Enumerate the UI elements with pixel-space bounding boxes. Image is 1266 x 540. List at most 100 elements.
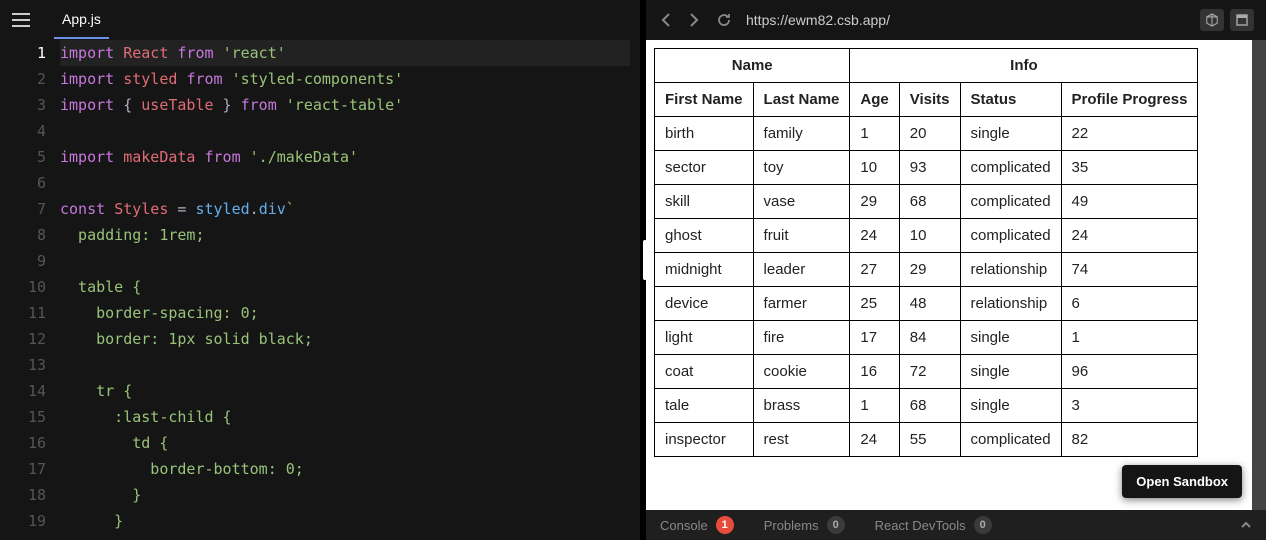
code-line[interactable]: border: 1px solid black;: [60, 326, 630, 352]
code-line[interactable]: border-bottom: 0;: [60, 456, 630, 482]
code-line[interactable]: tr {: [60, 378, 630, 404]
code-line[interactable]: import { useTable } from 'react-table': [60, 92, 630, 118]
table-cell: 68: [899, 185, 960, 219]
open-sandbox-button[interactable]: Open Sandbox: [1122, 465, 1242, 498]
table-cell: relationship: [960, 253, 1061, 287]
code-line[interactable]: import makeData from './makeData': [60, 144, 630, 170]
data-table: NameInfo First NameLast NameAgeVisitsSta…: [654, 48, 1198, 457]
table-column-header: Visits: [899, 83, 960, 117]
table-row: midnightleader2729relationship74: [655, 253, 1198, 287]
code-line[interactable]: import React from 'react': [60, 40, 630, 66]
table-cell: single: [960, 355, 1061, 389]
line-number: 5: [0, 144, 46, 170]
table-cell: light: [655, 321, 754, 355]
table-cell: 22: [1061, 117, 1198, 151]
table-cell: fire: [753, 321, 850, 355]
code-line[interactable]: [60, 352, 630, 378]
code-line[interactable]: table {: [60, 274, 630, 300]
table-cell: 3: [1061, 389, 1198, 423]
table-cell: 74: [1061, 253, 1198, 287]
code-content[interactable]: import React from 'react'import styled f…: [60, 40, 640, 540]
forward-icon[interactable]: [686, 10, 702, 30]
table-cell: 82: [1061, 423, 1198, 457]
status-bar: Console1 Problems0 React DevTools 0: [646, 510, 1266, 540]
status-badge: 0: [974, 516, 992, 534]
code-line[interactable]: import styled from 'styled-components': [60, 66, 630, 92]
table-cell: vase: [753, 185, 850, 219]
line-number: 14: [0, 378, 46, 404]
table-cell: 93: [899, 151, 960, 185]
table-cell: 24: [1061, 219, 1198, 253]
code-line[interactable]: [60, 248, 630, 274]
code-line[interactable]: td {: [60, 430, 630, 456]
reload-icon[interactable]: [714, 10, 734, 30]
table-cell: 1: [850, 117, 899, 151]
editor-header: App.js: [0, 0, 640, 40]
chevron-up-icon[interactable]: [1240, 518, 1252, 533]
line-number: 12: [0, 326, 46, 352]
table-cell: fruit: [753, 219, 850, 253]
table-cell: coat: [655, 355, 754, 389]
line-number: 6: [0, 170, 46, 196]
file-tab[interactable]: App.js: [54, 1, 109, 39]
line-number: 18: [0, 482, 46, 508]
status-tab[interactable]: Problems0: [764, 516, 845, 534]
table-cell: midnight: [655, 253, 754, 287]
table-cell: skill: [655, 185, 754, 219]
table-row: skillvase2968complicated49: [655, 185, 1198, 219]
table-cell: 68: [899, 389, 960, 423]
table-cell: 17: [850, 321, 899, 355]
table-cell: cookie: [753, 355, 850, 389]
code-line[interactable]: :last-child {: [60, 404, 630, 430]
table-cell: inspector: [655, 423, 754, 457]
scrollbar-thumb[interactable]: [1252, 40, 1266, 510]
table-cell: rest: [753, 423, 850, 457]
table-group-header: Info: [850, 49, 1198, 83]
line-number: 11: [0, 300, 46, 326]
code-line[interactable]: [60, 170, 630, 196]
new-window-icon[interactable]: [1230, 9, 1254, 31]
table-row: talebrass168single3: [655, 389, 1198, 423]
table-cell: 29: [899, 253, 960, 287]
table-cell: 55: [899, 423, 960, 457]
code-line[interactable]: padding: 1rem;: [60, 222, 630, 248]
code-line[interactable]: const Styles = styled.div`: [60, 196, 630, 222]
status-tab[interactable]: Console1: [660, 516, 734, 534]
table-column-header: Status: [960, 83, 1061, 117]
line-number: 3: [0, 92, 46, 118]
table-cell: brass: [753, 389, 850, 423]
table-row: ghostfruit2410complicated24: [655, 219, 1198, 253]
line-number: 10: [0, 274, 46, 300]
table-cell: 72: [899, 355, 960, 389]
table-cell: family: [753, 117, 850, 151]
table-cell: 1: [1061, 321, 1198, 355]
table-column-header: Profile Progress: [1061, 83, 1198, 117]
code-line[interactable]: }: [60, 482, 630, 508]
code-area[interactable]: 12345678910111213141516171819 import Rea…: [0, 40, 640, 540]
table-cell: sector: [655, 151, 754, 185]
table-cell: 27: [850, 253, 899, 287]
table-row: lightfire1784single1: [655, 321, 1198, 355]
status-tab[interactable]: React DevTools 0: [875, 516, 992, 534]
code-line[interactable]: [60, 118, 630, 144]
menu-icon[interactable]: [12, 13, 30, 27]
preview-pane: https://ewm82.csb.app/ NameInfo First Na…: [646, 0, 1266, 540]
table-cell: 10: [850, 151, 899, 185]
table-cell: 20: [899, 117, 960, 151]
status-badge: 1: [716, 516, 734, 534]
url-display[interactable]: https://ewm82.csb.app/: [746, 12, 1188, 28]
code-line[interactable]: }: [60, 508, 630, 534]
browser-viewport[interactable]: NameInfo First NameLast NameAgeVisitsSta…: [646, 40, 1252, 510]
table-cell: single: [960, 389, 1061, 423]
table-cell: leader: [753, 253, 850, 287]
line-number: 1: [0, 40, 46, 66]
code-line[interactable]: border-spacing: 0;: [60, 300, 630, 326]
back-icon[interactable]: [658, 10, 674, 30]
vertical-scrollbar[interactable]: [1252, 40, 1266, 510]
line-number: 19: [0, 508, 46, 534]
status-label: React DevTools: [875, 518, 966, 533]
table-cell: complicated: [960, 185, 1061, 219]
codesandbox-icon[interactable]: [1200, 9, 1224, 31]
table-cell: 84: [899, 321, 960, 355]
table-row: birthfamily120single22: [655, 117, 1198, 151]
